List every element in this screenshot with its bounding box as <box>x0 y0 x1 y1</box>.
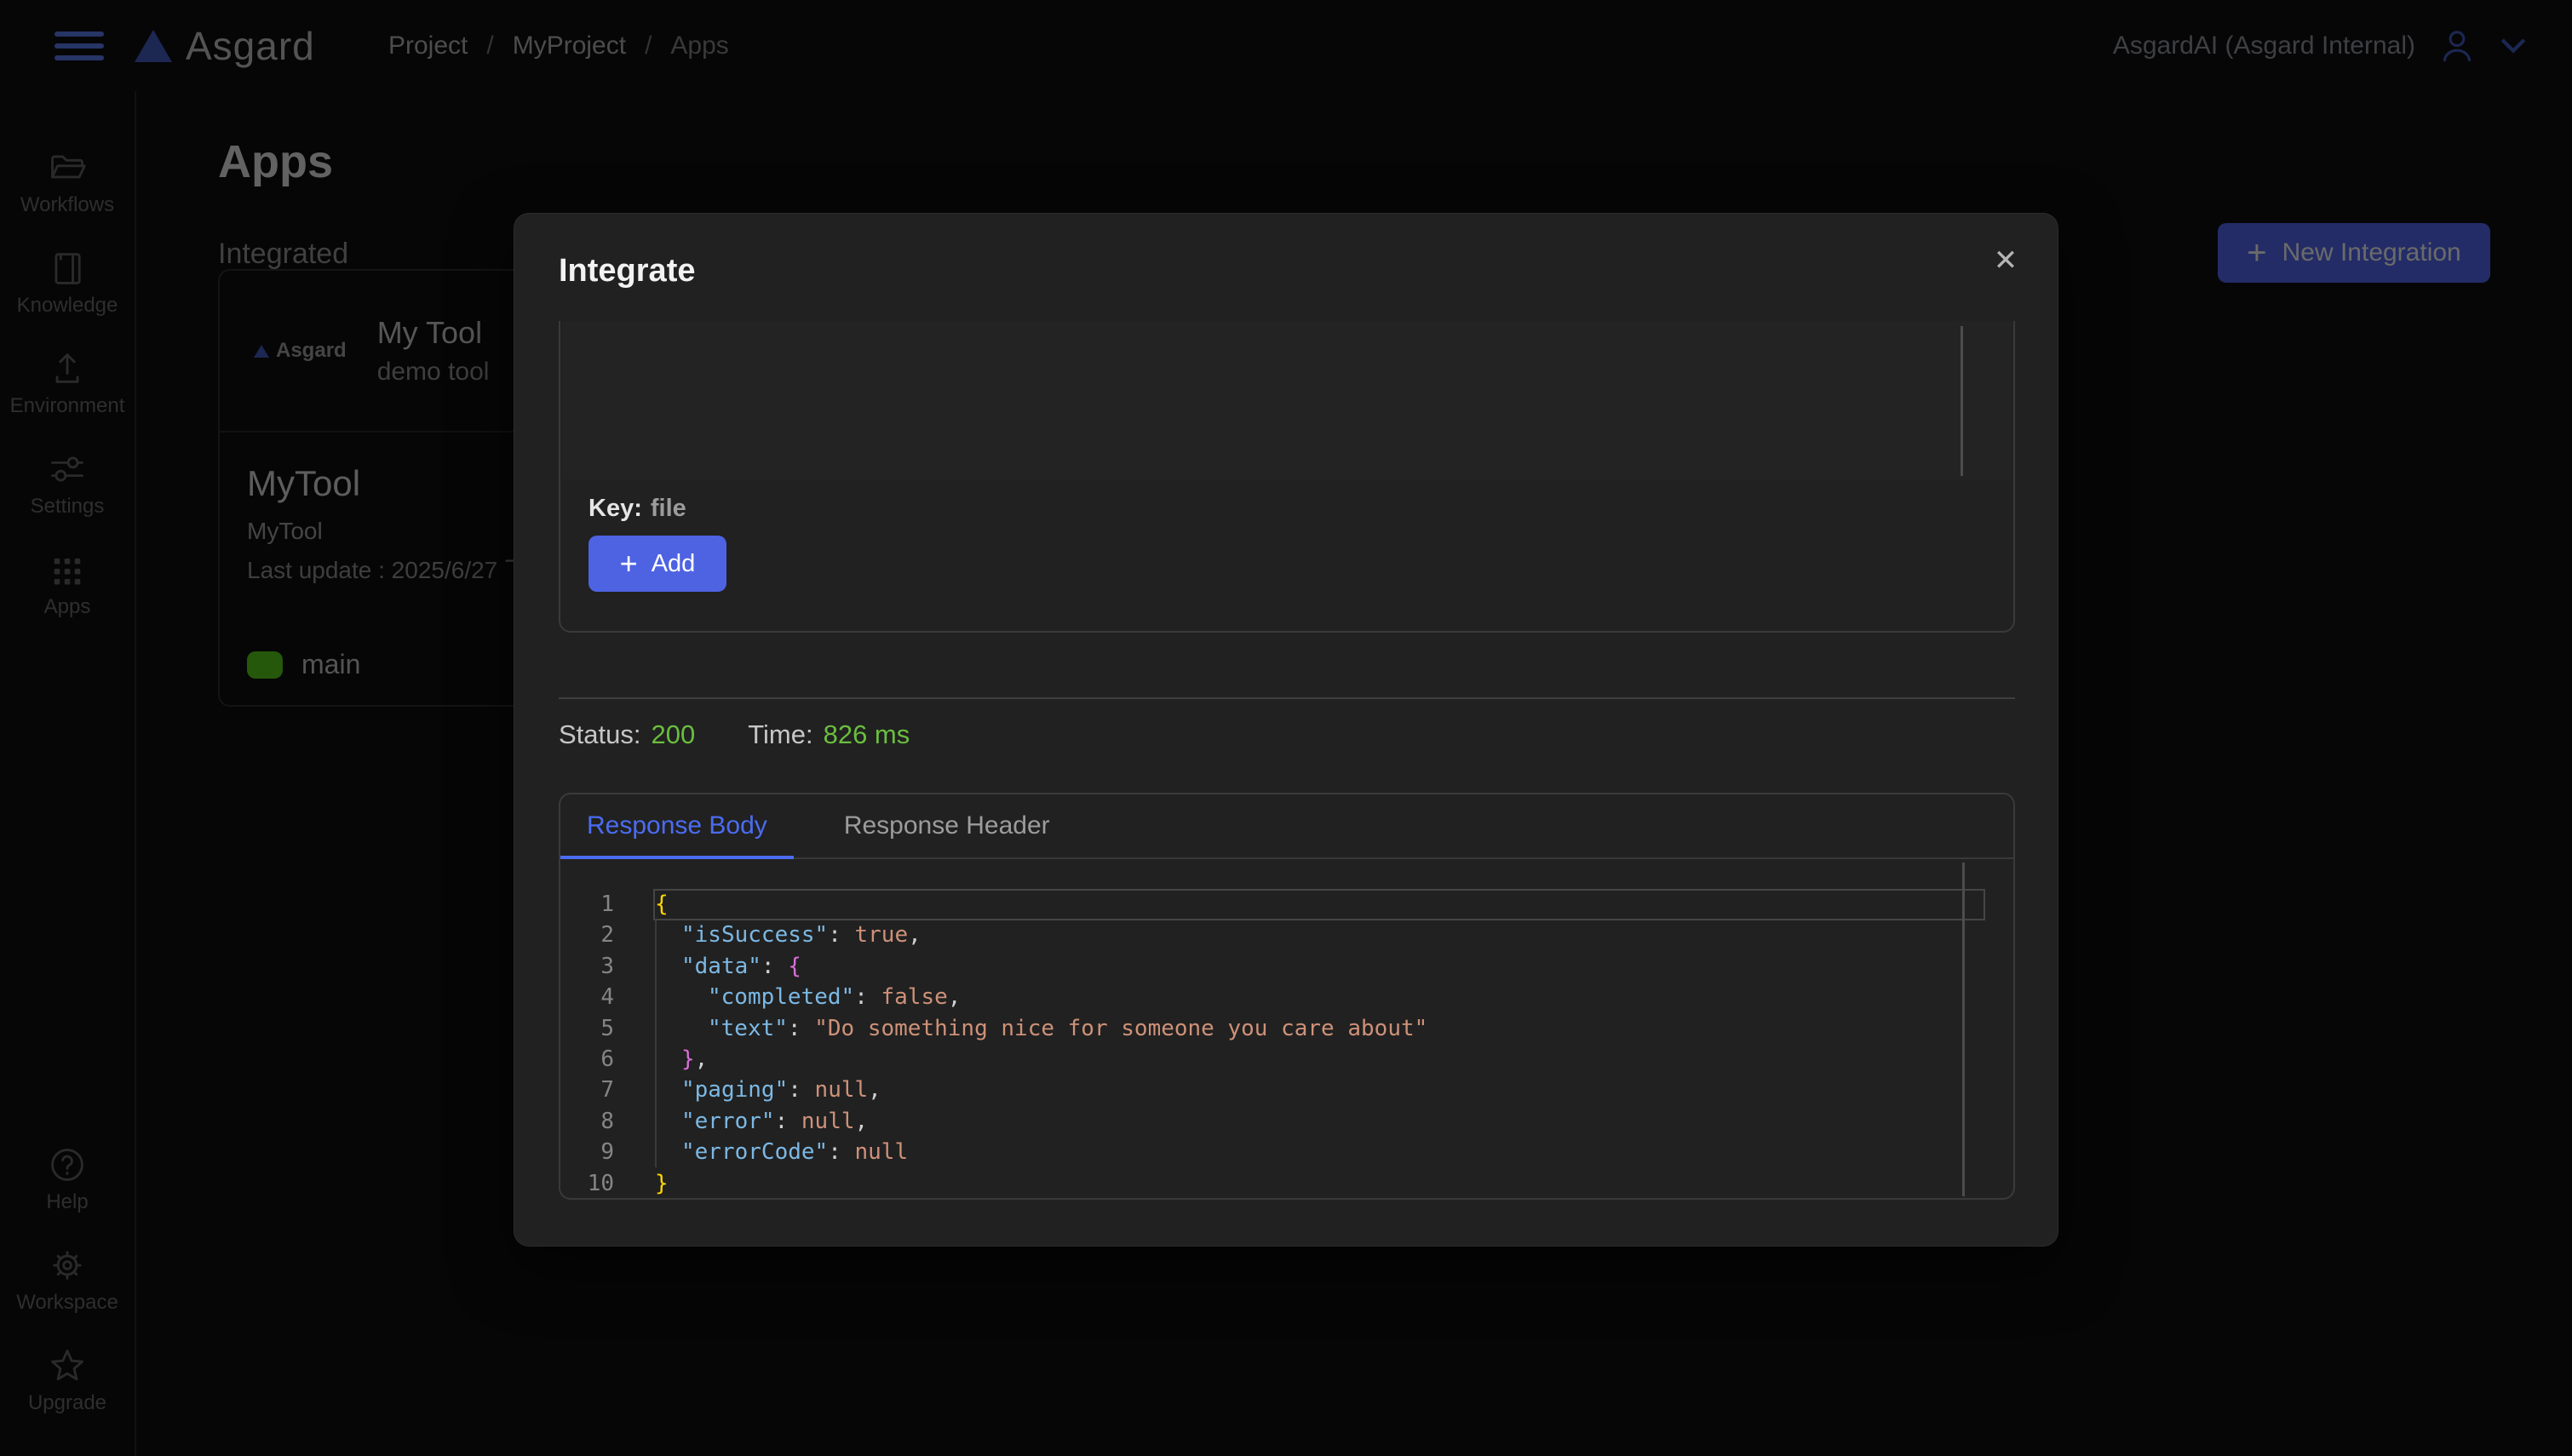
code-content: "text": "Do something nice for someone y… <box>614 1013 2013 1044</box>
line-number: 2 <box>560 920 614 950</box>
code-line: 4"completed": false, <box>560 982 2013 1012</box>
key-value: file <box>651 495 686 522</box>
code-line: 6}, <box>560 1044 2013 1075</box>
integrate-modal: Integrate ✕ Key: file + Add Status: 200 T… <box>514 213 2058 1247</box>
code-content: "error": null, <box>614 1106 2013 1137</box>
line-number: 7 <box>560 1075 614 1105</box>
code-content: "completed": false, <box>614 982 2013 1012</box>
tab-response-body[interactable]: Response Body <box>560 794 794 857</box>
key-label: Key: <box>588 495 642 522</box>
time-value: 826 ms <box>824 719 910 750</box>
status-row: Status: 200 Time: 826 ms <box>559 719 910 750</box>
code-content: } <box>614 1168 2013 1198</box>
modal-title: Integrate <box>559 253 695 289</box>
code-line: 2"isSuccess": true, <box>560 920 2013 950</box>
response-tabbar: Response Body Response Header <box>560 794 2013 859</box>
code-line: 5"text": "Do something nice for someone … <box>560 1013 2013 1044</box>
line-number: 4 <box>560 982 614 1012</box>
code-content: "data": { <box>614 951 2013 982</box>
request-body-editor[interactable] <box>562 321 2012 479</box>
code-content: }, <box>614 1044 2013 1075</box>
editor-scrollbar[interactable] <box>1962 863 1965 1196</box>
status-label: Status: <box>559 719 641 750</box>
code-editor-lines: 1{2"isSuccess": true,3"data": {4"complet… <box>560 889 2013 1198</box>
code-content: "errorCode": null <box>614 1137 2013 1167</box>
response-box: Response Body Response Header 1{2"isSucc… <box>559 793 2015 1200</box>
code-line: 7"paging": null, <box>560 1075 2013 1105</box>
line-number: 5 <box>560 1013 614 1044</box>
indent-guide <box>655 920 657 1167</box>
add-button-label: Add <box>652 550 696 578</box>
line-number: 10 <box>560 1168 614 1198</box>
current-line-highlight <box>653 889 1985 920</box>
divider <box>559 697 2015 699</box>
code-line: 9"errorCode": null <box>560 1137 2013 1167</box>
response-body-editor[interactable]: 1{2"isSuccess": true,3"data": {4"complet… <box>560 861 2013 1198</box>
param-key-row: Key: file <box>588 495 686 523</box>
status-value: 200 <box>652 719 696 750</box>
code-line: 10} <box>560 1168 2013 1198</box>
line-number: 3 <box>560 951 614 982</box>
line-number: 9 <box>560 1137 614 1167</box>
code-line: 3"data": { <box>560 951 2013 982</box>
line-number: 1 <box>560 889 614 920</box>
tab-label: Response Body <box>587 811 767 840</box>
close-icon[interactable]: ✕ <box>1984 239 2027 282</box>
code-line: 8"error": null, <box>560 1106 2013 1137</box>
time-label: Time: <box>748 719 812 750</box>
code-content: "paging": null, <box>614 1075 2013 1105</box>
line-number: 8 <box>560 1106 614 1137</box>
plus-icon: + <box>620 546 638 582</box>
line-number: 6 <box>560 1044 614 1075</box>
tab-response-header[interactable]: Response Header <box>818 794 1076 857</box>
request-param-box: Key: file + Add <box>559 321 2015 633</box>
tab-label: Response Header <box>844 811 1050 840</box>
editor-scrollbar[interactable] <box>1961 326 1963 476</box>
active-tab-underline <box>560 856 794 859</box>
add-button[interactable]: + Add <box>588 536 726 592</box>
code-content: "isSuccess": true, <box>614 920 2013 950</box>
app-root: Asgard Project / MyProject / Apps Asgard… <box>0 0 2572 1456</box>
